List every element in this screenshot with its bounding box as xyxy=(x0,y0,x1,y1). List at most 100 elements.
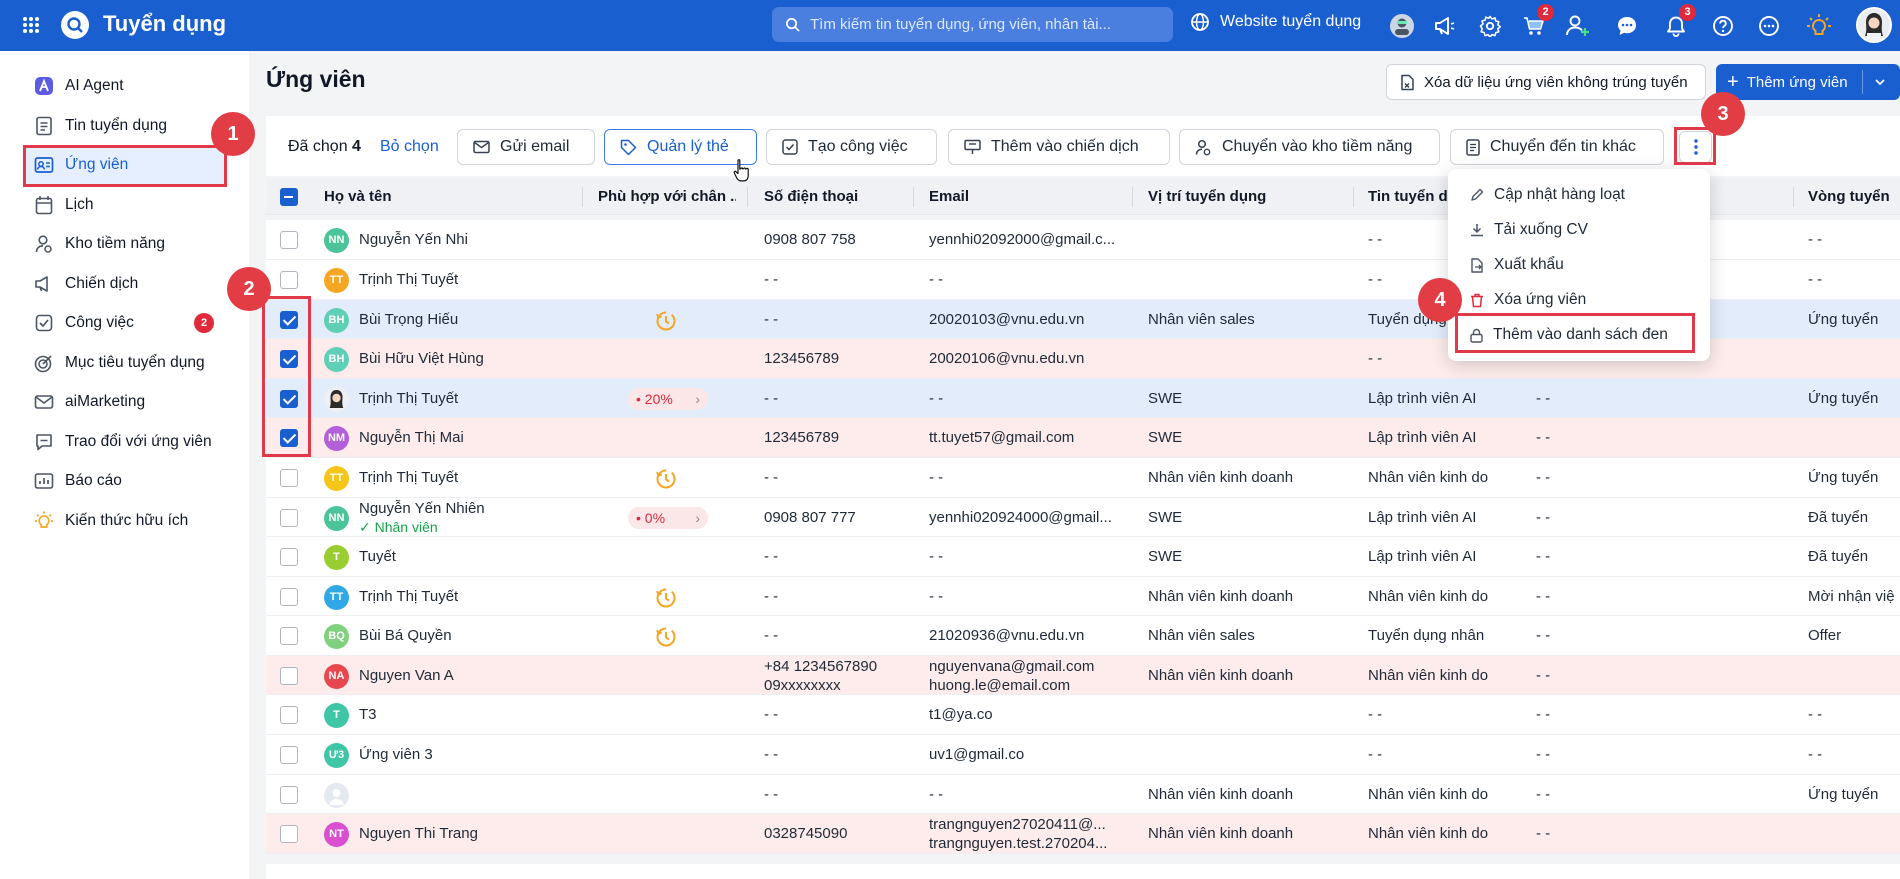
help-icon[interactable] xyxy=(1709,12,1737,40)
gear-icon[interactable] xyxy=(1476,12,1504,40)
sidebar-item-talent-pool[interactable]: Kho tiềm năng xyxy=(24,224,224,263)
candidate-name[interactable]: Bùi Trọng Hiếu xyxy=(359,300,579,340)
sidebar-item-candidates[interactable]: Ứng viên xyxy=(24,145,224,184)
table-row[interactable]: T T3 - - t1@ya.co - - - - - - xyxy=(266,695,1900,735)
website-link[interactable]: Website tuyển dụng xyxy=(1190,12,1361,32)
pending-evaluation-icon[interactable] xyxy=(654,309,678,333)
send-email-button[interactable]: Gửi email xyxy=(457,129,595,165)
search-input[interactable] xyxy=(810,16,1150,33)
table-row[interactable]: BQ Bùi Bá Quyền - - 21020936@vnu.edu.vn Nhân… xyxy=(266,616,1900,656)
user-avatar[interactable] xyxy=(1856,7,1892,43)
row-checkbox[interactable] xyxy=(280,311,298,329)
sidebar-item-goals[interactable]: Mục tiêu tuyển dụng xyxy=(24,343,224,382)
more-circle-icon[interactable] xyxy=(1755,12,1783,40)
candidate-name[interactable]: Nguyễn Yến Nhi xyxy=(359,220,579,260)
row-checkbox[interactable] xyxy=(280,627,298,645)
row-checkbox[interactable] xyxy=(280,746,298,764)
sidebar-item-campaign[interactable]: Chiến dịch xyxy=(24,264,224,303)
global-search[interactable] xyxy=(772,7,1173,42)
job-posting[interactable]: Nhân viên kinh doan xyxy=(1368,577,1488,617)
sidebar-item-aimarketing[interactable]: aiMarketing xyxy=(24,382,224,421)
job-posting[interactable]: Tuyển dụng nhân viê xyxy=(1368,616,1488,656)
job-posting[interactable]: Nhân viên kinh doan xyxy=(1368,814,1488,854)
pending-evaluation-icon[interactable] xyxy=(654,625,678,649)
job-posting[interactable]: Lập trình viên AI xyxy=(1368,537,1488,577)
row-checkbox[interactable] xyxy=(280,825,298,843)
candidate-name[interactable]: Nguyen Thi Trang xyxy=(359,814,579,854)
row-checkbox[interactable] xyxy=(280,469,298,487)
row-checkbox[interactable] xyxy=(280,271,298,289)
row-checkbox[interactable] xyxy=(280,588,298,606)
candidate-name[interactable]: Nguyen Van A xyxy=(359,656,579,696)
row-checkbox[interactable] xyxy=(280,429,298,447)
job-posting[interactable]: - - xyxy=(1368,735,1488,775)
pending-evaluation-icon[interactable] xyxy=(654,586,678,610)
table-row[interactable]: T Tuyết - - - - SWE Lập trình viên AI - - Đã tu… xyxy=(266,537,1900,577)
job-posting[interactable]: Nhân viên kinh doan xyxy=(1368,775,1488,815)
deselect-link[interactable]: Bỏ chọn xyxy=(380,138,439,156)
apps-grid-icon[interactable] xyxy=(22,16,40,34)
col-header-name[interactable]: Họ và tên xyxy=(324,179,534,215)
sidebar-item-reports[interactable]: Báo cáo xyxy=(24,461,224,500)
add-user-icon[interactable] xyxy=(1564,12,1592,40)
candidate-name[interactable]: Ứng viên 3 xyxy=(359,735,579,775)
add-to-campaign-button[interactable]: Thêm vào chiến dịch xyxy=(948,129,1170,165)
table-row[interactable]: TT Trịnh Thị Tuyết - - - - Nhân viên kinh do… xyxy=(266,577,1900,616)
move-to-pool-button[interactable]: Chuyển vào kho tiềm năng xyxy=(1179,129,1440,165)
add-candidate-button[interactable]: + Thêm ứng viên xyxy=(1716,64,1900,100)
avatar-bot-icon[interactable] xyxy=(1388,12,1416,40)
match-score-badge[interactable]: • 20% › xyxy=(628,388,708,410)
row-checkbox[interactable] xyxy=(280,548,298,566)
job-posting[interactable]: Lập trình viên AI xyxy=(1368,418,1488,458)
table-row[interactable]: TT Trịnh Thị Tuyết - - - - Nhân viên kinh do… xyxy=(266,458,1900,498)
move-to-job-button[interactable]: Chuyển đến tin khác xyxy=(1450,129,1664,165)
table-row[interactable]: NT Nguyen Thi Trang 0328745090 trangnguyen2… xyxy=(266,814,1900,854)
job-posting[interactable]: Nhân viên kinh doan xyxy=(1368,656,1488,696)
row-checkbox[interactable] xyxy=(280,786,298,804)
candidate-name[interactable]: Tuyết xyxy=(359,537,579,577)
megaphone-icon[interactable] xyxy=(1430,12,1458,40)
chevron-down-icon[interactable] xyxy=(1874,76,1886,88)
cart-icon[interactable]: 2 xyxy=(1520,4,1554,40)
chat-icon[interactable] xyxy=(1613,12,1641,40)
table-row[interactable]: NM Nguyễn Thị Mai 123456789 tt.tuyet57@gmai… xyxy=(266,418,1900,458)
row-checkbox[interactable] xyxy=(280,390,298,408)
sidebar-item-calendar[interactable]: Lịch xyxy=(24,185,224,224)
sidebar-item-ai-agent[interactable]: AI Agent xyxy=(24,66,224,105)
lightbulb-icon[interactable] xyxy=(1805,12,1833,40)
job-posting[interactable]: Nhân viên kinh doan xyxy=(1368,458,1488,498)
candidate-name-cell[interactable]: Nguyễn Yến Nhiên ✓ Nhân viên xyxy=(359,498,579,538)
candidate-name[interactable]: Bùi Bá Quyền xyxy=(359,616,579,656)
select-all-checkbox[interactable] xyxy=(280,188,298,206)
table-row[interactable]: - - - - Nhân viên kinh doanh Nhân viên kinh… xyxy=(266,775,1900,814)
match-score-badge[interactable]: • 0% › xyxy=(628,507,708,529)
sidebar-item-messaging[interactable]: Trao đổi với ứng viên xyxy=(24,422,224,461)
bell-icon[interactable]: 3 xyxy=(1662,4,1696,40)
menu-item-download-cv[interactable]: Tải xuống CV xyxy=(1470,216,1588,244)
candidate-name[interactable]: Nguyễn Thị Mai xyxy=(359,418,579,458)
sidebar-item-jobs[interactable]: Tin tuyển dụng xyxy=(24,106,224,145)
col-header-match[interactable]: Phù hợp với chân ... xyxy=(598,179,736,215)
candidate-name[interactable]: Trịnh Thị Tuyết xyxy=(359,577,579,617)
sidebar-item-knowledge[interactable]: Kiến thức hữu ích xyxy=(24,501,224,540)
job-posting[interactable]: Lập trình viên AI xyxy=(1368,379,1488,419)
sidebar-item-tasks[interactable]: Công việc 2 xyxy=(24,303,224,342)
col-header-email[interactable]: Email xyxy=(929,179,1129,215)
pending-evaluation-icon[interactable] xyxy=(654,467,678,491)
table-row[interactable]: Trịnh Thị Tuyết • 20% › - -- - SWE Lập trình … xyxy=(266,379,1900,418)
table-row[interactable]: NA Nguyen Van A +84 1234567890 09xxxxxxxx ng… xyxy=(266,656,1900,695)
row-checkbox[interactable] xyxy=(280,706,298,724)
candidate-name[interactable]: Trịnh Thị Tuyết xyxy=(359,379,579,419)
row-checkbox[interactable] xyxy=(280,231,298,249)
table-row[interactable]: NN Nguyễn Yến Nhiên ✓ Nhân viên • 0% › 0908 8… xyxy=(266,498,1900,537)
clear-rejected-button[interactable]: Xóa dữ liệu ứng viên không trúng tuyển xyxy=(1386,64,1706,100)
more-actions-button[interactable] xyxy=(1679,131,1712,163)
candidate-name[interactable]: Bùi Hữu Việt Hùng xyxy=(359,339,579,379)
candidate-name[interactable]: Trịnh Thị Tuyết xyxy=(359,260,579,300)
col-header-phone[interactable]: Số điện thoại xyxy=(764,179,904,215)
candidate-name[interactable]: T3 xyxy=(359,695,579,735)
col-header-position[interactable]: Vị trí tuyển dụng xyxy=(1148,179,1348,215)
row-checkbox[interactable] xyxy=(280,350,298,368)
row-checkbox[interactable] xyxy=(280,667,298,685)
create-task-button[interactable]: Tạo công việc xyxy=(766,129,937,165)
